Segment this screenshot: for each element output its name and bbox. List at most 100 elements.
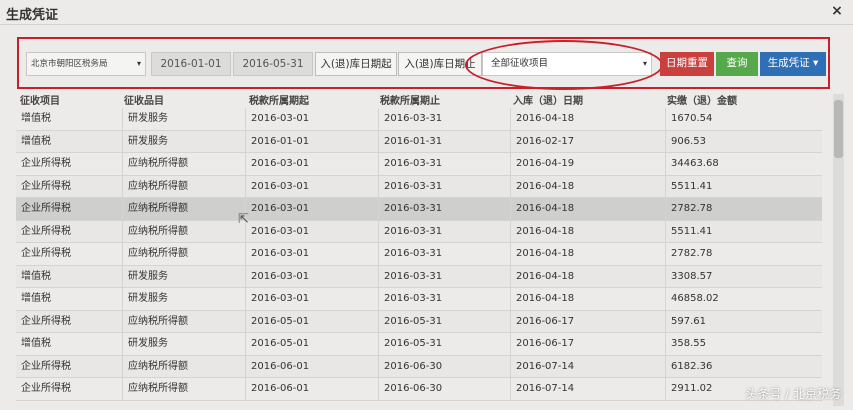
- cell-tax-category: 应纳税所得额: [122, 378, 245, 400]
- table-row[interactable]: 增值税 研发服务 2016-05-01 2016-05-31 2016-06-17 358…: [16, 333, 822, 356]
- cell-period-start: 2016-03-01: [245, 288, 378, 310]
- cell-tax-category: 应纳税所得额: [122, 220, 245, 243]
- cell-period-end: 2016-03-31: [378, 108, 510, 130]
- cell-period-end: 2016-03-31: [378, 153, 510, 175]
- table-row[interactable]: 企业所得税 应纳税所得额 2016-06-01 2016-06-30 2016-07-1…: [16, 355, 822, 378]
- cell-in-date: 2016-04-18: [510, 243, 665, 265]
- cell-tax-item: 企业所得税: [21, 360, 71, 372]
- cell-amount: 5511.41: [665, 220, 822, 243]
- cell-period-end: 2016-01-31: [378, 130, 510, 153]
- cell-amount: 6182.36: [665, 355, 822, 378]
- column-header-tax-category[interactable]: 征收品目: [124, 92, 164, 107]
- generate-voucher-label: 生成凭证: [767, 57, 810, 69]
- cell-in-date: 2016-04-18: [510, 220, 665, 243]
- table-header: 征收项目 征收品目 税款所属期起 税款所属期止 入库（退）日期 实缴（退）金额: [16, 92, 822, 108]
- cell-amount: 1670.54: [665, 108, 822, 130]
- cell-amount: 2782.78: [665, 198, 822, 220]
- table-row[interactable]: 企业所得税 应纳税所得额 2016-06-01 2016-06-30 2016-07-1…: [16, 378, 822, 401]
- cell-period-end: 2016-03-31: [378, 198, 510, 220]
- column-header-in-date[interactable]: 入库（退）日期: [513, 92, 583, 107]
- cell-period-start: 2016-03-01: [245, 220, 378, 243]
- table-row[interactable]: 增值税 研发服务 2016-01-01 2016-01-31 2016-02-17 906…: [16, 130, 822, 153]
- cell-in-date: 2016-06-17: [510, 333, 665, 355]
- reset-date-button[interactable]: 日期重置: [660, 52, 714, 76]
- cell-in-date: 2016-07-14: [510, 378, 665, 400]
- chevron-down-icon: ▾: [642, 59, 647, 68]
- tax-office-value: 北京市朝阳区税务局: [31, 59, 108, 69]
- cell-tax-category: 应纳税所得额: [122, 198, 245, 220]
- cell-tax-category: 应纳税所得额: [122, 355, 245, 378]
- cell-tax-category: 应纳税所得额: [122, 310, 245, 333]
- date-end-input[interactable]: 2016-05-31: [233, 52, 313, 76]
- cell-tax-item: 企业所得税: [21, 158, 71, 169]
- cell-period-end: 2016-06-30: [378, 355, 510, 378]
- cell-tax-item: 增值税: [21, 293, 51, 304]
- cell-period-start: 2016-01-01: [245, 130, 378, 153]
- cell-tax-item: 企业所得税: [21, 248, 71, 259]
- cell-tax-item: 企业所得税: [21, 383, 71, 394]
- column-header-period-start[interactable]: 税款所属期起: [249, 92, 309, 107]
- cell-period-end: 2016-03-31: [378, 243, 510, 265]
- table-row[interactable]: 企业所得税 应纳税所得额 2016-03-01 2016-03-31 2016-04-1…: [16, 153, 822, 176]
- cell-period-start: 2016-03-01: [245, 153, 378, 175]
- table-row[interactable]: 企业所得税 应纳税所得额 2016-05-01 2016-05-31 2016-06-1…: [16, 310, 822, 333]
- cell-period-end: 2016-03-31: [378, 220, 510, 243]
- in-date-start-label: 入(退)库日期起: [315, 52, 397, 76]
- cell-period-end: 2016-03-31: [378, 175, 510, 198]
- date-start-input[interactable]: 2016-01-01: [151, 52, 231, 76]
- cell-period-start: 2016-05-01: [245, 333, 378, 355]
- cell-tax-category: 研发服务: [122, 108, 245, 130]
- cell-in-date: 2016-04-18: [510, 288, 665, 310]
- tax-office-select[interactable]: 北京市朝阳区税务局 ▾: [26, 52, 146, 76]
- close-icon[interactable]: ×: [829, 3, 845, 19]
- cell-amount: 3308.57: [665, 265, 822, 288]
- column-header-tax-item[interactable]: 征收项目: [20, 92, 60, 107]
- table-row[interactable]: 增值税 研发服务 2016-03-01 2016-03-31 2016-04-18 330…: [16, 265, 822, 288]
- cell-tax-category: 应纳税所得额: [122, 175, 245, 198]
- in-date-end-label: 入(退)库日期止: [398, 52, 482, 76]
- cell-tax-item: 增值税: [21, 113, 51, 124]
- query-button[interactable]: 查询: [716, 52, 758, 76]
- vertical-scrollbar[interactable]: [833, 94, 844, 406]
- tax-item-select[interactable]: 全部征收项目 ▾: [482, 52, 652, 76]
- dialog-title: 生成凭证: [6, 8, 59, 23]
- table-row[interactable]: 增值税 研发服务 2016-03-01 2016-03-31 2016-04-18 167…: [16, 108, 822, 131]
- table-row[interactable]: 企业所得税 应纳税所得额 2016-03-01 2016-03-31 2016-04-1…: [16, 220, 822, 243]
- cell-in-date: 2016-04-18: [510, 108, 665, 130]
- cell-amount: 46858.02: [665, 288, 822, 310]
- table-row[interactable]: 企业所得税 应纳税所得额 2016-03-01 2016-03-31 2016-04-1…: [16, 198, 822, 221]
- table-row[interactable]: 企业所得税 应纳税所得额 2016-03-01 2016-03-31 2016-04-1…: [16, 243, 822, 266]
- caret-down-icon: ▾: [813, 57, 819, 69]
- cell-period-end: 2016-03-31: [378, 265, 510, 288]
- cell-tax-category: 研发服务: [122, 265, 245, 288]
- column-header-period-end[interactable]: 税款所属期止: [380, 92, 440, 107]
- cell-period-end: 2016-06-30: [378, 378, 510, 400]
- cell-amount: 358.55: [665, 333, 822, 355]
- column-header-amount[interactable]: 实缴（退）金额: [667, 92, 737, 107]
- table-row[interactable]: 增值税 研发服务 2016-03-01 2016-03-31 2016-04-18 468…: [16, 288, 822, 311]
- cell-tax-item: 企业所得税: [21, 225, 71, 237]
- table-row[interactable]: 企业所得税 应纳税所得额 2016-03-01 2016-03-31 2016-04-1…: [16, 175, 822, 198]
- cell-tax-category: 研发服务: [122, 333, 245, 355]
- cell-period-start: 2016-03-01: [245, 243, 378, 265]
- cell-in-date: 2016-02-17: [510, 130, 665, 153]
- cell-period-end: 2016-05-31: [378, 310, 510, 333]
- cell-period-start: 2016-06-01: [245, 355, 378, 378]
- cell-period-start: 2016-03-01: [245, 175, 378, 198]
- scrollbar-thumb[interactable]: [834, 100, 843, 158]
- cell-amount: 5511.41: [665, 175, 822, 198]
- cell-in-date: 2016-04-18: [510, 265, 665, 288]
- cell-amount: 2782.78: [665, 243, 822, 265]
- cell-in-date: 2016-04-18: [510, 175, 665, 198]
- cell-in-date: 2016-07-14: [510, 355, 665, 378]
- cell-tax-item: 企业所得税: [21, 315, 71, 327]
- mouse-cursor-icon: ⇱: [238, 212, 249, 227]
- cell-amount: 34463.68: [665, 153, 822, 175]
- generate-voucher-button[interactable]: 生成凭证 ▾: [760, 52, 826, 76]
- cell-period-start: 2016-05-01: [245, 310, 378, 333]
- filter-toolbar: 北京市朝阳区税务局 ▾ 2016-01-01 2016-05-31 入(退)库日…: [17, 37, 830, 90]
- cell-in-date: 2016-04-18: [510, 198, 665, 220]
- cell-amount: 906.53: [665, 130, 822, 153]
- cell-period-start: 2016-03-01: [245, 265, 378, 288]
- tax-payment-table: 征收项目 征收品目 税款所属期起 税款所属期止 入库（退）日期 实缴（退）金额 …: [16, 92, 822, 401]
